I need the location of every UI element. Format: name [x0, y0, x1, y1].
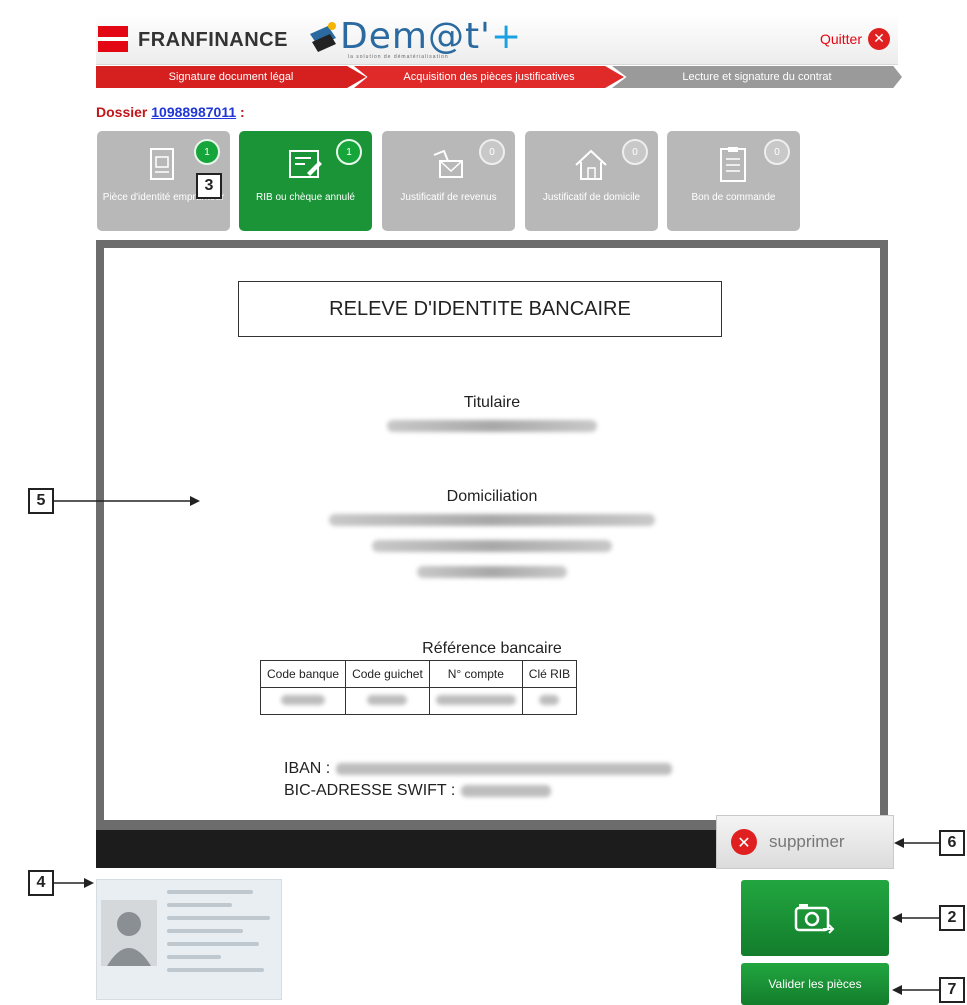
table-header: N° compte	[428, 660, 523, 688]
validate-button[interactable]: Valider les pièces	[741, 963, 889, 1005]
house-icon	[571, 145, 611, 185]
tile-bon-commande[interactable]: 0 Bon de commande	[667, 131, 800, 231]
table-row	[259, 687, 578, 715]
tile-count-badge: 0	[479, 139, 505, 165]
table-header: Code banque	[259, 660, 347, 688]
holder-value-redacted	[387, 420, 597, 432]
tile-count-badge: 0	[764, 139, 790, 165]
table-header-row: Code banque Code guichet N° compte Clé R…	[259, 660, 578, 688]
id-document-icon	[143, 145, 183, 185]
delete-label: supprimer	[769, 832, 845, 851]
table-cell-redacted	[345, 687, 430, 715]
bic-value-redacted	[461, 785, 552, 797]
bank-reference-table: Code banque Code guichet N° compte Clé R…	[259, 660, 578, 715]
iban-value-redacted	[336, 763, 673, 775]
domiciliation-line-redacted	[417, 566, 567, 578]
callout-3: 3	[196, 173, 222, 199]
close-icon: ✕	[868, 28, 890, 50]
delete-button[interactable]: ✕ supprimer	[716, 815, 894, 869]
tile-label: RIB ou chèque annulé	[256, 192, 355, 203]
callout-6: 6	[939, 830, 965, 856]
document-title: RELEVE D'IDENTITE BANCAIRE	[238, 281, 722, 337]
franfinance-logo-icon	[98, 26, 128, 52]
domiciliation-line-redacted	[329, 514, 655, 526]
arrow-4-icon	[54, 874, 98, 892]
capture-button[interactable]	[741, 880, 889, 956]
arrow-5-icon	[54, 492, 204, 510]
tile-label: Bon de commande	[691, 192, 776, 203]
app-plus: +	[490, 16, 523, 57]
arrow-2-icon	[892, 909, 940, 927]
delete-icon: ✕	[731, 829, 757, 855]
app-header: FRANFINANCE Dem@t'+ la solution de démat…	[96, 14, 898, 65]
tile-count-badge: 1	[336, 139, 362, 165]
id-photo-icon	[101, 900, 157, 966]
app-logo-text: Dem@t'+	[340, 16, 522, 57]
demat-logo-icon	[306, 20, 340, 56]
tile-justificatif-revenus[interactable]: 0 Justificatif de revenus	[382, 131, 515, 231]
callout-7: 7	[939, 977, 965, 1003]
document-viewer: RELEVE D'IDENTITE BANCAIRE Titulaire Dom…	[96, 240, 888, 830]
quit-label: Quitter	[819, 31, 862, 47]
app-tagline: la solution de dématérialisation	[348, 54, 449, 60]
arrow-6-icon	[894, 834, 940, 852]
dossier-number-link[interactable]: 10988987011	[151, 104, 236, 120]
iban-row: IBAN :	[284, 758, 673, 780]
document-page: RELEVE D'IDENTITE BANCAIRE Titulaire Dom…	[104, 248, 880, 820]
table-header: Clé RIB	[521, 660, 578, 688]
thumbnail-text-lines	[167, 890, 275, 981]
dossier-heading: Dossier 10988987011 :	[96, 104, 245, 120]
camera-icon	[793, 901, 837, 935]
iban-block: IBAN : BIC-ADRESSE SWIFT :	[284, 758, 673, 802]
app-name: Dem@t'	[340, 16, 491, 57]
holder-label: Titulaire	[463, 394, 521, 411]
dossier-suffix: :	[240, 104, 245, 120]
cheque-icon	[285, 145, 325, 185]
step-acquisition-pieces: Acquisition des pièces justificatives	[354, 66, 624, 88]
domiciliation-label: Domiciliation	[446, 488, 538, 505]
domiciliation-line-redacted	[372, 540, 612, 552]
table-cell-redacted	[428, 687, 523, 715]
order-form-icon	[713, 145, 753, 185]
bic-label: BIC-ADRESSE SWIFT :	[284, 782, 456, 799]
callout-2: 2	[939, 905, 965, 931]
progress-steps: Signature document légal Acquisition des…	[96, 66, 902, 88]
tile-count-badge: 1	[194, 139, 220, 165]
dossier-prefix: Dossier	[96, 104, 148, 120]
iban-label: IBAN :	[284, 760, 331, 777]
table-cell-redacted	[259, 687, 347, 715]
brand-name: FRANFINANCE	[138, 29, 288, 51]
step-lecture-signature: Lecture et signature du contrat	[612, 66, 902, 88]
table-header: Code guichet	[345, 660, 430, 688]
tile-justificatif-domicile[interactable]: 0 Justificatif de domicile	[525, 131, 658, 231]
bic-row: BIC-ADRESSE SWIFT :	[284, 780, 672, 802]
step-signature-document: Signature document légal	[96, 66, 366, 88]
callout-5: 5	[28, 488, 54, 514]
tile-label: Justificatif de revenus	[400, 192, 497, 203]
tile-label: Justificatif de domicile	[542, 192, 641, 203]
callout-4: 4	[28, 870, 54, 896]
tile-count-badge: 0	[622, 139, 648, 165]
tile-rib-cheque[interactable]: 1 RIB ou chèque annulé	[239, 131, 372, 231]
bank-reference-label: Référence bancaire	[422, 640, 562, 657]
arrow-7-icon	[892, 981, 940, 999]
document-thumbnail[interactable]	[96, 879, 282, 1000]
table-cell-redacted	[521, 687, 578, 715]
quit-button[interactable]: Quitter ✕	[820, 28, 890, 50]
income-icon	[428, 145, 468, 185]
